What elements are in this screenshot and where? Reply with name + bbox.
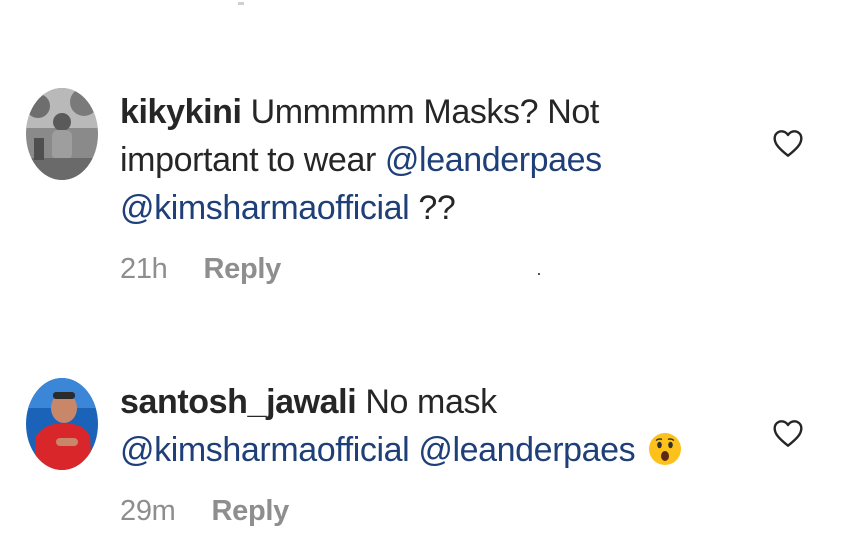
astonished-face-emoji-icon bbox=[648, 432, 682, 466]
cropped-divider bbox=[238, 0, 244, 5]
avatar[interactable] bbox=[26, 88, 98, 180]
stray-dot bbox=[538, 273, 540, 275]
mention-link[interactable]: @leanderpaes bbox=[418, 431, 635, 469]
comment-body: No mask bbox=[365, 383, 497, 421]
comment-suffix: ?? bbox=[418, 189, 456, 227]
comment-text: kikykini Ummmmm Masks? Not important to … bbox=[120, 88, 740, 232]
comment-meta: 21h Reply bbox=[120, 251, 740, 287]
avatar-photo bbox=[26, 88, 98, 180]
comment-username[interactable]: santosh_jawali bbox=[120, 383, 357, 421]
comment-text: santosh_jawali No mask @kimsharmaofficial… bbox=[120, 378, 740, 474]
comment-username[interactable]: kikykini bbox=[120, 93, 242, 131]
comment-timestamp: 21h bbox=[120, 252, 168, 285]
like-heart-icon[interactable] bbox=[772, 418, 804, 448]
comment-meta: 29m Reply bbox=[120, 493, 740, 529]
comment-timestamp: 29m bbox=[120, 494, 176, 527]
reply-button[interactable]: Reply bbox=[212, 495, 290, 528]
reply-button[interactable]: Reply bbox=[204, 253, 282, 286]
avatar[interactable] bbox=[26, 378, 98, 470]
mention-link[interactable]: @kimsharmaofficial bbox=[120, 189, 410, 227]
like-heart-icon[interactable] bbox=[772, 128, 804, 158]
mention-link[interactable]: @leanderpaes bbox=[385, 141, 602, 179]
mention-link[interactable]: @kimsharmaofficial bbox=[120, 431, 410, 469]
avatar-photo bbox=[26, 378, 98, 470]
